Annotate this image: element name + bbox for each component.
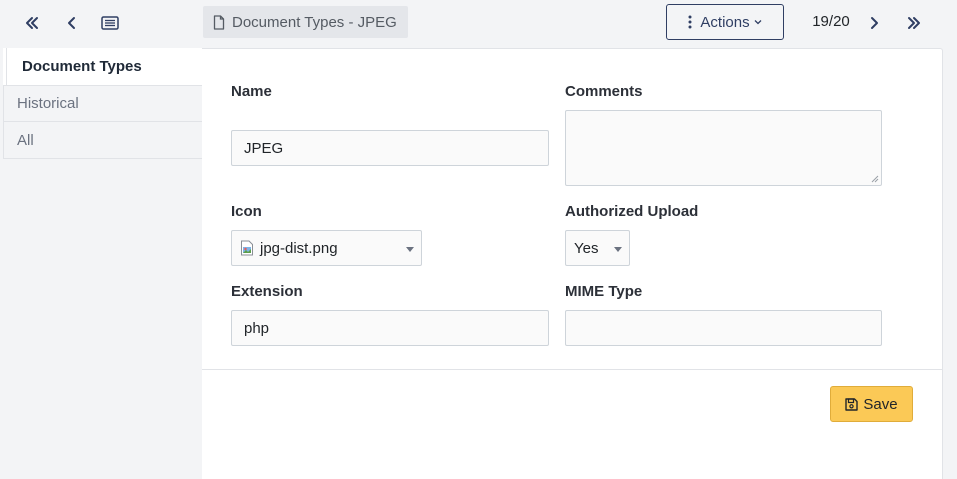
list-view-button[interactable] <box>96 9 124 37</box>
extension-field[interactable]: php <box>231 310 549 346</box>
form-divider <box>202 369 943 370</box>
authorized-upload-label: Authorized Upload <box>565 203 699 220</box>
actions-label: Actions <box>700 13 750 31</box>
image-file-icon <box>241 240 253 256</box>
actions-button[interactable]: Actions <box>666 4 784 40</box>
mime-type-label: MIME Type <box>565 283 643 300</box>
sidebar: Document Types Historical All <box>3 48 203 159</box>
authorized-upload-select[interactable]: Yes <box>565 230 630 266</box>
extension-value: php <box>244 319 270 337</box>
sidebar-item-all[interactable]: All <box>3 122 203 159</box>
sidebar-item-historical[interactable]: Historical <box>3 85 203 122</box>
sidebar-item-label: Document Types <box>22 58 142 75</box>
floppy-disk-icon <box>845 397 859 411</box>
vertical-dots-icon <box>688 15 692 29</box>
icon-label: Icon <box>231 203 262 220</box>
breadcrumb: Document Types - JPEG <box>203 6 408 38</box>
comments-textarea[interactable] <box>565 110 882 186</box>
chevron-down-icon <box>754 19 762 25</box>
last-record-button[interactable] <box>900 9 928 37</box>
record-pager: 19/20 <box>812 13 850 30</box>
name-label: Name <box>231 83 272 100</box>
chevron-left-icon <box>68 17 75 29</box>
double-chevron-right-icon <box>908 17 920 29</box>
first-record-button[interactable] <box>18 9 46 37</box>
authorized-upload-value: Yes <box>574 239 599 257</box>
form-panel: Name JPEG Comments Icon jpg-dist.png Aut… <box>202 48 943 479</box>
comments-label: Comments <box>565 83 643 100</box>
chevron-right-icon <box>871 17 878 29</box>
mime-type-field[interactable] <box>565 310 882 346</box>
icon-select[interactable]: jpg-dist.png <box>231 230 422 266</box>
save-button[interactable]: Save <box>830 386 913 422</box>
list-icon <box>101 16 119 30</box>
name-field[interactable]: JPEG <box>231 130 549 166</box>
dropdown-caret-icon <box>614 247 622 252</box>
sidebar-item-document-types[interactable]: Document Types <box>3 48 203 85</box>
file-icon <box>213 14 225 30</box>
double-chevron-left-icon <box>26 17 38 29</box>
extension-label: Extension <box>231 283 303 300</box>
breadcrumb-label: Document Types - JPEG <box>232 13 397 31</box>
next-record-button[interactable] <box>860 9 888 37</box>
save-label: Save <box>863 395 898 413</box>
icon-value: jpg-dist.png <box>260 239 338 257</box>
resize-handle-icon <box>871 175 879 183</box>
sidebar-item-label: Historical <box>17 95 79 112</box>
dropdown-caret-icon <box>406 247 414 252</box>
name-value: JPEG <box>244 139 284 157</box>
sidebar-item-label: All <box>17 131 34 149</box>
previous-record-button[interactable] <box>58 9 86 37</box>
